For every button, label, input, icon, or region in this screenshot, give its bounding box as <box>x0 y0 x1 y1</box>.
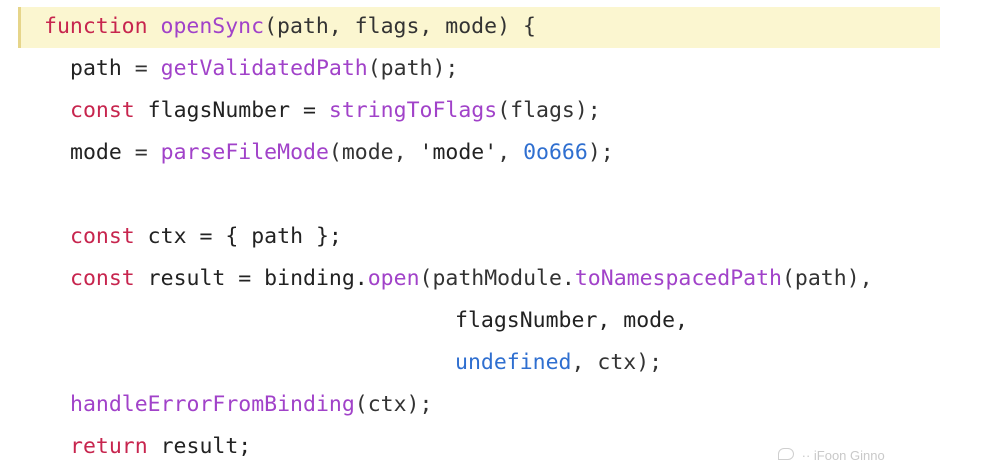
code-token: openSync <box>160 14 265 39</box>
code-token: (mode, <box>328 140 420 165</box>
code-token: , ctx); <box>571 350 663 375</box>
code-token: parseFileMode <box>160 140 329 165</box>
code-token: stringToFlags <box>328 98 498 123</box>
code-token: (path); <box>367 56 459 81</box>
code-token: path <box>70 56 122 81</box>
code-token: ctx = { path }; <box>134 224 342 249</box>
code-token: (path, flags, mode) { <box>264 14 536 39</box>
code-token: return <box>70 434 148 459</box>
code-token: flagsNumber, mode, <box>455 308 688 333</box>
code-token: handleErrorFromBinding <box>70 392 355 417</box>
chat-bubble-icon <box>778 448 794 460</box>
code-token: const <box>70 266 135 291</box>
code-token: open <box>367 266 420 291</box>
code-token: getValidatedPath <box>160 56 368 81</box>
code-token: function <box>44 14 148 39</box>
code-token: , <box>497 140 524 165</box>
code-token: toNamespacedPath <box>574 266 782 291</box>
code-token: mode <box>70 140 122 165</box>
code-token: 'mode' <box>419 140 498 165</box>
code-token: = <box>121 56 161 81</box>
code-token: (ctx); <box>354 392 433 417</box>
code-token: (path), <box>781 266 873 291</box>
code-token: 0o666 <box>523 140 588 165</box>
watermark: ·· iFoon Ginno <box>778 448 968 460</box>
code-token: undefined <box>455 350 572 375</box>
code-token: = <box>121 140 161 165</box>
code-token: const <box>70 224 135 249</box>
code-token: flagsNumber = <box>134 98 329 123</box>
code-token: (flags); <box>497 98 601 123</box>
code-token: result = binding. <box>134 266 368 291</box>
current-line-marker <box>18 7 21 48</box>
code-token: const <box>70 98 135 123</box>
code-token: ); <box>587 140 614 165</box>
code-token: result; <box>147 434 252 459</box>
code-editor: function openSync(path, flags, mode) { pa… <box>0 0 982 460</box>
code-token: (pathModule. <box>419 266 575 291</box>
watermark-text: ·· iFoon Ginno <box>801 448 885 460</box>
